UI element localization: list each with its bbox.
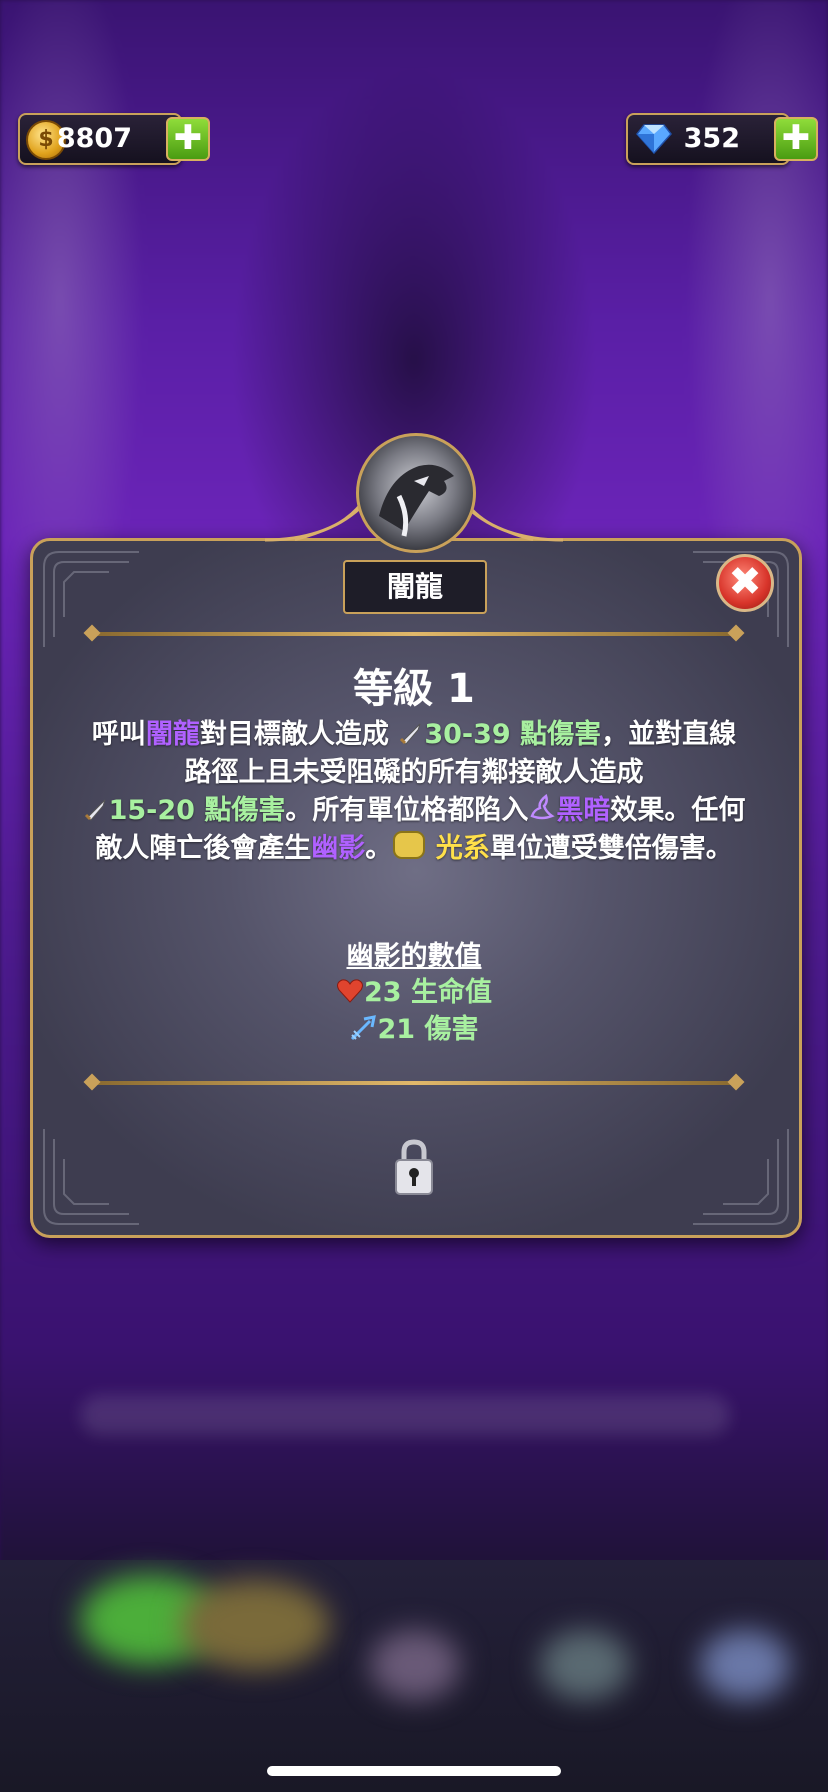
desc-text: 單位遭受雙倍傷害。 [489, 833, 733, 864]
desc-text: 。所有單位格都陷入 [285, 795, 529, 826]
desc-text: 對目標敵人造成 [199, 719, 399, 750]
close-button[interactable]: ✖ [716, 554, 774, 612]
background-blob [180, 1580, 330, 1670]
summon-damage-stat: 21 傷害 [0, 1007, 828, 1046]
gold-amount: 8807 [56, 123, 132, 154]
background-blurred-bar [80, 1395, 730, 1435]
add-gems-button[interactable]: ✚ [774, 117, 818, 161]
level-label: 等級 1 [353, 666, 475, 712]
dragon-icon [379, 464, 454, 537]
desc-text: 呼叫 [91, 719, 146, 750]
heart-icon [337, 979, 363, 1003]
damage-value: 15-20 點傷害 [108, 795, 286, 826]
gold-counter: $ 8807 ✚ [18, 113, 210, 165]
background-blob [370, 1630, 460, 1700]
unit-info-dialog [30, 538, 802, 1238]
hp-value: 23 生命值 [364, 977, 492, 1008]
sword-icon [84, 799, 106, 821]
ability-description: 呼叫闇龍對目標敵人造成 30-39 點傷害，並對直線路徑上且未受阻礙的所有鄰接敵… [80, 716, 748, 868]
light-element-icon [393, 831, 426, 859]
unit-name-keyword: 闇龍 [145, 719, 200, 750]
corner-ornament [43, 551, 139, 647]
gem-counter: 352 ✚ [626, 113, 818, 165]
close-icon: ✖ [728, 559, 762, 605]
divider-bottom [92, 1081, 736, 1085]
unit-title: 闇龍 [343, 560, 487, 614]
divider-top [92, 632, 736, 636]
sword-icon [400, 723, 421, 745]
damage-stat-value: 21 傷害 [377, 1014, 479, 1045]
summon-keyword: 幽影 [311, 833, 366, 864]
dark-dragon-portrait [356, 433, 476, 553]
background-blob [700, 1630, 790, 1700]
home-indicator[interactable] [267, 1766, 561, 1776]
arrow-icon [350, 1015, 376, 1041]
corner-ornament [43, 1129, 139, 1225]
element-keyword: 光系 [435, 833, 490, 864]
lock-icon [395, 1139, 433, 1195]
summon-stats-title: 幽影的數值 [346, 941, 482, 972]
effect-keyword: 黑暗 [556, 795, 611, 826]
add-gold-button[interactable]: ✚ [166, 117, 210, 161]
gem-amount: 352 [683, 123, 740, 154]
desc-text: 。 [365, 833, 393, 864]
damage-value: 30-39 點傷害 [424, 719, 602, 750]
background-blob [540, 1630, 630, 1700]
summon-hp-stat: 23 生命值 [0, 970, 828, 1009]
corner-ornament [693, 1129, 789, 1225]
darkness-icon [530, 794, 556, 820]
gem-icon [636, 124, 672, 155]
